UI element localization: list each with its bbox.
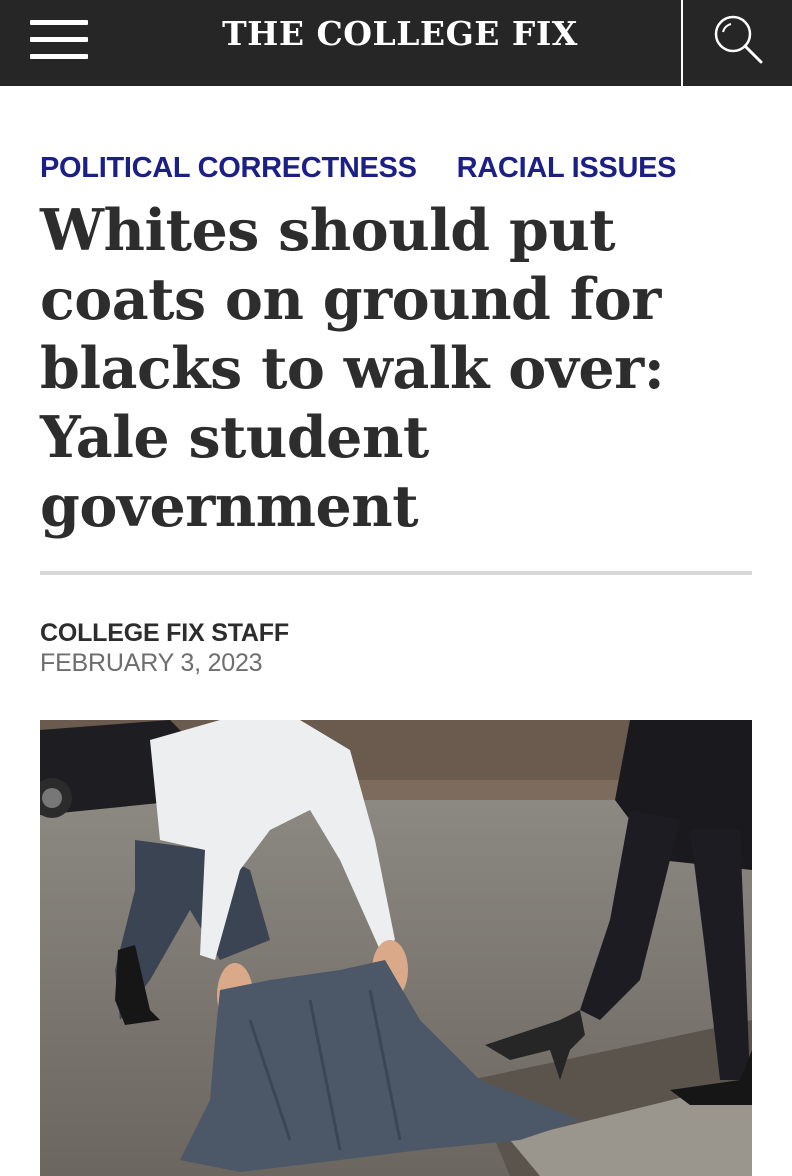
title-line: coats on ground for: [40, 266, 661, 333]
publish-date: FEBRUARY 3, 2023: [40, 649, 263, 677]
category-link-political-correctness[interactable]: POLITICAL CORRECTNESS: [40, 152, 417, 185]
site-header: THE COLLEGE FIX: [0, 0, 792, 86]
category-link-racial-issues[interactable]: RACIAL ISSUES: [457, 152, 677, 185]
hero-image: [40, 720, 752, 1176]
hamburger-menu-icon[interactable]: [30, 18, 88, 62]
search-icon: [714, 15, 763, 64]
search-button[interactable]: [683, 0, 792, 86]
title-line: Whites should put: [40, 197, 616, 264]
title-line: Yale student: [40, 404, 429, 471]
title-divider: [40, 571, 752, 575]
article-title: Whites should put coats on ground for blac…: [40, 196, 740, 541]
author-name[interactable]: COLLEGE FIX STAFF: [40, 619, 289, 648]
title-line: blacks to walk over:: [40, 335, 665, 402]
site-title[interactable]: THE COLLEGE FIX: [160, 14, 640, 53]
title-line: government: [40, 473, 419, 540]
article-categories: POLITICAL CORRECTNESS RACIAL ISSUES: [40, 148, 677, 188]
hero-photo: [40, 720, 752, 1176]
